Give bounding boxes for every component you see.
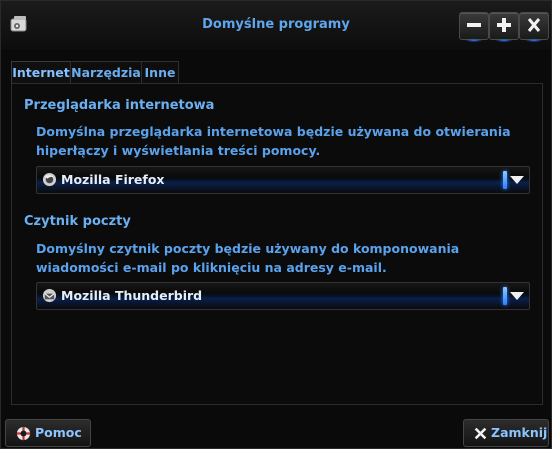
tab-internet[interactable]: Internet — [11, 61, 71, 83]
mail-description: Domyślny czytnik poczty będzie używany d… — [36, 241, 460, 275]
select-glow-indicator — [503, 287, 507, 305]
help-button-label: Pomoc — [35, 425, 82, 440]
close-button-label: Zamknij — [491, 425, 548, 440]
minimize-icon — [467, 23, 481, 27]
close-window-button[interactable] — [519, 12, 549, 42]
tab-panel-internet: Przeglądarka internetowa Domyślna przegl… — [11, 83, 543, 405]
default-programs-window: Domyślne programy Internet Narzędzia Inn… — [0, 0, 552, 449]
browser-select[interactable]: Mozilla Firefox — [36, 166, 530, 194]
mail-selected-value: Mozilla Thunderbird — [61, 288, 203, 303]
chevron-down-icon[interactable] — [509, 291, 525, 301]
browser-description: Domyślna przeglądarka internetowa będzie… — [36, 124, 511, 158]
browser-section-title: Przeglądarka internetowa — [24, 98, 215, 113]
titlebar[interactable]: Domyślne programy — [1, 1, 551, 49]
firefox-icon — [42, 172, 57, 187]
minimize-button[interactable] — [459, 12, 489, 42]
browser-selected-value: Mozilla Firefox — [61, 172, 165, 187]
close-icon — [527, 18, 541, 32]
lifebuoy-icon — [16, 426, 31, 441]
select-glow-indicator — [503, 171, 507, 189]
plus-icon — [497, 18, 511, 32]
help-button[interactable]: Pomoc — [5, 419, 91, 447]
tab-narzedzia[interactable]: Narzędzia — [70, 61, 142, 83]
mail-section-title: Czytnik poczty — [24, 214, 131, 229]
thunderbird-icon — [42, 288, 57, 303]
close-icon — [474, 427, 487, 440]
chevron-down-icon[interactable] — [509, 175, 525, 185]
tab-inne[interactable]: Inne — [141, 61, 179, 83]
mail-client-select[interactable]: Mozilla Thunderbird — [36, 282, 530, 310]
maximize-button[interactable] — [489, 12, 519, 42]
close-button[interactable]: Zamknij — [463, 419, 549, 447]
